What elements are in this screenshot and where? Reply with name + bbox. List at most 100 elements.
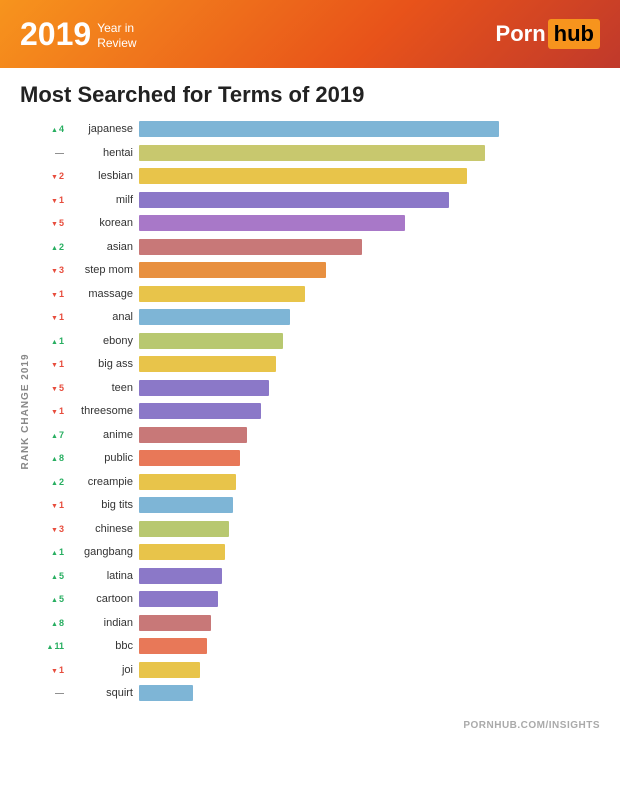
- term-label: threesome: [67, 405, 139, 417]
- bar: [139, 568, 222, 584]
- footer: PORNHUB.COM/INSIGHTS: [0, 716, 620, 737]
- term-label: milf: [67, 194, 139, 206]
- chart-row: 1anal: [35, 306, 600, 328]
- term-label: latina: [67, 570, 139, 582]
- rank-change-badge: 1: [35, 665, 67, 675]
- bar: [139, 427, 247, 443]
- term-label: bbc: [67, 640, 139, 652]
- bar: [139, 239, 362, 255]
- bar-area: [139, 521, 600, 537]
- down-arrow-icon: [51, 289, 58, 299]
- term-label: ebony: [67, 335, 139, 347]
- up-arrow-icon: [51, 594, 58, 604]
- rank-change-badge: 2: [35, 477, 67, 487]
- rank-change-badge: —: [35, 688, 67, 698]
- up-arrow-icon: [51, 336, 58, 346]
- rank-change-badge: 2: [35, 171, 67, 181]
- term-label: public: [67, 452, 139, 464]
- up-arrow-icon: [47, 641, 54, 651]
- term-label: big tits: [67, 499, 139, 511]
- logo-porn: Porn: [496, 21, 546, 47]
- rank-change-badge: 1: [35, 406, 67, 416]
- chart-row: 1big tits: [35, 494, 600, 516]
- term-label: joi: [67, 664, 139, 676]
- bar-area: [139, 145, 600, 161]
- chart-row: 2asian: [35, 236, 600, 258]
- page-title: Most Searched for Terms of 2019: [20, 82, 600, 108]
- bar: [139, 192, 449, 208]
- main-content: Most Searched for Terms of 2019 RANK CHA…: [0, 68, 620, 716]
- chart-row: 1threesome: [35, 400, 600, 422]
- up-arrow-icon: [51, 547, 58, 557]
- bar-area: [139, 544, 600, 560]
- down-arrow-icon: [51, 665, 58, 675]
- down-arrow-icon: [51, 171, 58, 181]
- rank-change-badge: 1: [35, 359, 67, 369]
- bar-area: [139, 215, 600, 231]
- bar: [139, 662, 200, 678]
- header-year-sub: Year in Review: [97, 21, 136, 50]
- rank-change-badge: 11: [35, 641, 67, 651]
- bar-area: [139, 450, 600, 466]
- down-arrow-icon: [51, 312, 58, 322]
- bar-area: [139, 427, 600, 443]
- up-arrow-icon: [51, 430, 58, 440]
- bar: [139, 121, 499, 137]
- down-arrow-icon: [51, 524, 58, 534]
- chart-container: RANK CHANGE 2019 4japanese—hentai2lesbia…: [20, 118, 600, 706]
- bar: [139, 356, 276, 372]
- rank-change-badge: 3: [35, 265, 67, 275]
- chart-row: 3step mom: [35, 259, 600, 281]
- header: 2019 Year in Review Porn hub: [0, 0, 620, 68]
- term-label: anime: [67, 429, 139, 441]
- chart-row: —hentai: [35, 142, 600, 164]
- bar-area: [139, 192, 600, 208]
- bar-area: [139, 262, 600, 278]
- bar-area: [139, 662, 600, 678]
- chart-row: 7anime: [35, 424, 600, 446]
- chart-row: 1massage: [35, 283, 600, 305]
- up-arrow-icon: [51, 124, 58, 134]
- bar: [139, 591, 218, 607]
- chart-row: 1ebony: [35, 330, 600, 352]
- bar: [139, 309, 290, 325]
- rank-change-badge: 1: [35, 195, 67, 205]
- term-label: cartoon: [67, 593, 139, 605]
- rank-change-badge: 4: [35, 124, 67, 134]
- up-arrow-icon: [51, 242, 58, 252]
- bar-area: [139, 403, 600, 419]
- bar-area: [139, 591, 600, 607]
- bar-area: [139, 333, 600, 349]
- bar-area: [139, 497, 600, 513]
- up-arrow-icon: [51, 477, 58, 487]
- bar-area: [139, 239, 600, 255]
- bar: [139, 544, 225, 560]
- rank-change-badge: 8: [35, 453, 67, 463]
- down-arrow-icon: [51, 359, 58, 369]
- chart-row: 1gangbang: [35, 541, 600, 563]
- chart-body: 4japanese—hentai2lesbian1milf5korean2asi…: [35, 118, 600, 706]
- bar-area: [139, 638, 600, 654]
- bar-area: [139, 309, 600, 325]
- chart-row: 5latina: [35, 565, 600, 587]
- bar: [139, 474, 236, 490]
- down-arrow-icon: [51, 265, 58, 275]
- bar: [139, 450, 240, 466]
- term-label: anal: [67, 311, 139, 323]
- rank-change-badge: 5: [35, 571, 67, 581]
- term-label: chinese: [67, 523, 139, 535]
- down-arrow-icon: [51, 406, 58, 416]
- chart-row: 1joi: [35, 659, 600, 681]
- chart-row: 4japanese: [35, 118, 600, 140]
- rank-change-badge: 5: [35, 594, 67, 604]
- chart-row: 8indian: [35, 612, 600, 634]
- term-label: creampie: [67, 476, 139, 488]
- bar-area: [139, 356, 600, 372]
- logo-hub: hub: [548, 19, 600, 49]
- rank-change-badge: 5: [35, 383, 67, 393]
- term-label: massage: [67, 288, 139, 300]
- bar: [139, 145, 485, 161]
- chart-row: 5korean: [35, 212, 600, 234]
- bar: [139, 638, 207, 654]
- footer-url: PORNHUB.COM/INSIGHTS: [463, 720, 600, 731]
